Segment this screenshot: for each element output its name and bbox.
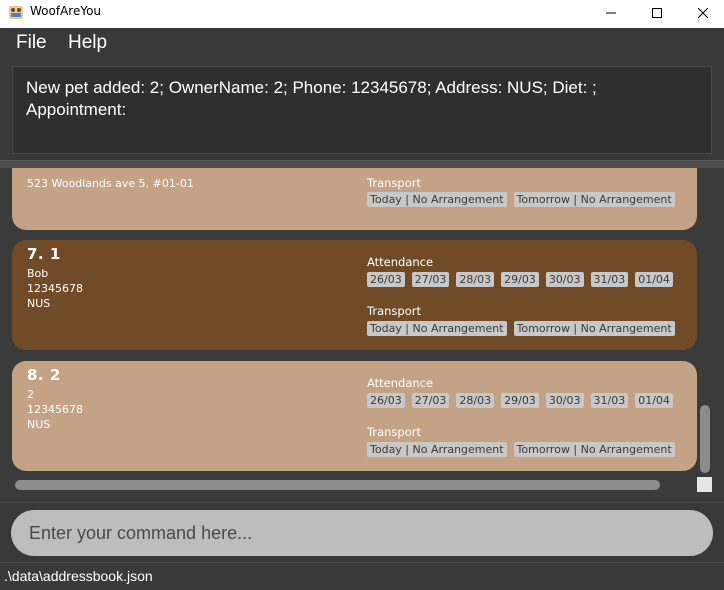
pet-address: 523 Woodlands ave 5, #01-01	[27, 177, 194, 190]
window-titlebar: WoofAreYou	[0, 0, 724, 28]
attendance-tag: 29/03	[501, 272, 539, 287]
attendance-label: Attendance	[367, 376, 434, 390]
attendance-tag: 28/03	[456, 393, 495, 408]
transport-tags: Today | No Arrangement Tomorrow | No Arr…	[367, 192, 675, 207]
pet-name: 8. 2	[27, 366, 61, 384]
separator	[0, 502, 724, 503]
pet-phone: 12345678	[27, 282, 83, 295]
attendance-label: Attendance	[367, 255, 434, 269]
attendance-tag: 26/03	[367, 272, 405, 287]
menu-help[interactable]: Help	[68, 32, 107, 54]
horizontal-scrollbar-thumb[interactable]	[15, 480, 660, 490]
save-location: .\data\addressbook.json	[4, 568, 153, 584]
pet-card-8[interactable]: 8. 2 2 12345678 NUS Attendance 26/03 27/…	[12, 361, 697, 471]
transport-tag: Today | No Arrangement	[367, 192, 507, 207]
window-title: WoofAreYou	[30, 4, 102, 18]
minimize-icon	[606, 12, 616, 14]
result-panel: New pet added: 2; OwnerName: 2; Phone: 1…	[0, 60, 724, 160]
result-display[interactable]: New pet added: 2; OwnerName: 2; Phone: 1…	[12, 66, 712, 154]
scrollbar-corner	[697, 477, 712, 492]
transport-tags: Today | No Arrangement Tomorrow | No Arr…	[367, 321, 675, 336]
result-text: New pet added: 2; OwnerName: 2; Phone: 1…	[26, 78, 597, 119]
pet-card-7[interactable]: 7. 1 Bob 12345678 NUS Attendance 26/03 2…	[12, 240, 697, 350]
transport-tag: Today | No Arrangement	[367, 442, 507, 457]
pet-list[interactable]: 523 Woodlands ave 5, #01-01 Transport To…	[0, 168, 724, 502]
close-icon	[698, 8, 708, 18]
attendance-tag: 28/03	[456, 272, 495, 287]
attendance-tag: 31/03	[590, 393, 629, 408]
vertical-scrollbar-thumb[interactable]	[700, 405, 710, 473]
pet-name: 7. 1	[27, 245, 61, 263]
attendance-tag: 31/03	[590, 272, 629, 287]
transport-label: Transport	[367, 425, 421, 439]
command-input[interactable]	[11, 510, 713, 556]
transport-tag: Tomorrow | No Arrangement	[513, 442, 675, 457]
split-pane-divider[interactable]	[0, 160, 724, 168]
transport-label: Transport	[367, 176, 421, 190]
transport-tag: Today | No Arrangement	[367, 321, 507, 336]
attendance-tag: 27/03	[411, 393, 450, 408]
minimize-button[interactable]	[588, 0, 634, 26]
menu-bar: File Help	[0, 28, 724, 60]
attendance-tag: 01/04	[635, 393, 673, 408]
maximize-icon	[652, 8, 662, 18]
attendance-tags: 26/03 27/03 28/03 29/03 30/03 31/03 01/0…	[367, 393, 673, 408]
close-button[interactable]	[680, 0, 724, 26]
transport-tags: Today | No Arrangement Tomorrow | No Arr…	[367, 442, 675, 457]
attendance-tag: 30/03	[545, 272, 584, 287]
transport-tag: Tomorrow | No Arrangement	[513, 192, 675, 207]
command-box[interactable]	[11, 510, 713, 556]
attendance-tags: 26/03 27/03 28/03 29/03 30/03 31/03 01/0…	[367, 272, 673, 287]
transport-tag: Tomorrow | No Arrangement	[513, 321, 675, 336]
pet-card-partial[interactable]: 523 Woodlands ave 5, #01-01 Transport To…	[12, 168, 697, 230]
pet-phone: 12345678	[27, 403, 83, 416]
attendance-tag: 27/03	[411, 272, 450, 287]
dog-icon	[9, 6, 23, 19]
pet-owner: 2	[27, 388, 34, 401]
status-bar: .\data\addressbook.json	[0, 562, 724, 590]
attendance-tag: 26/03	[367, 393, 405, 408]
pet-address: NUS	[27, 418, 51, 431]
attendance-tag: 29/03	[501, 393, 539, 408]
pet-owner: Bob	[27, 267, 49, 280]
maximize-button[interactable]	[634, 0, 680, 26]
menu-file[interactable]: File	[16, 32, 47, 54]
attendance-tag: 01/04	[635, 272, 673, 287]
transport-label: Transport	[367, 304, 421, 318]
attendance-tag: 30/03	[545, 393, 584, 408]
pet-address: NUS	[27, 297, 51, 310]
